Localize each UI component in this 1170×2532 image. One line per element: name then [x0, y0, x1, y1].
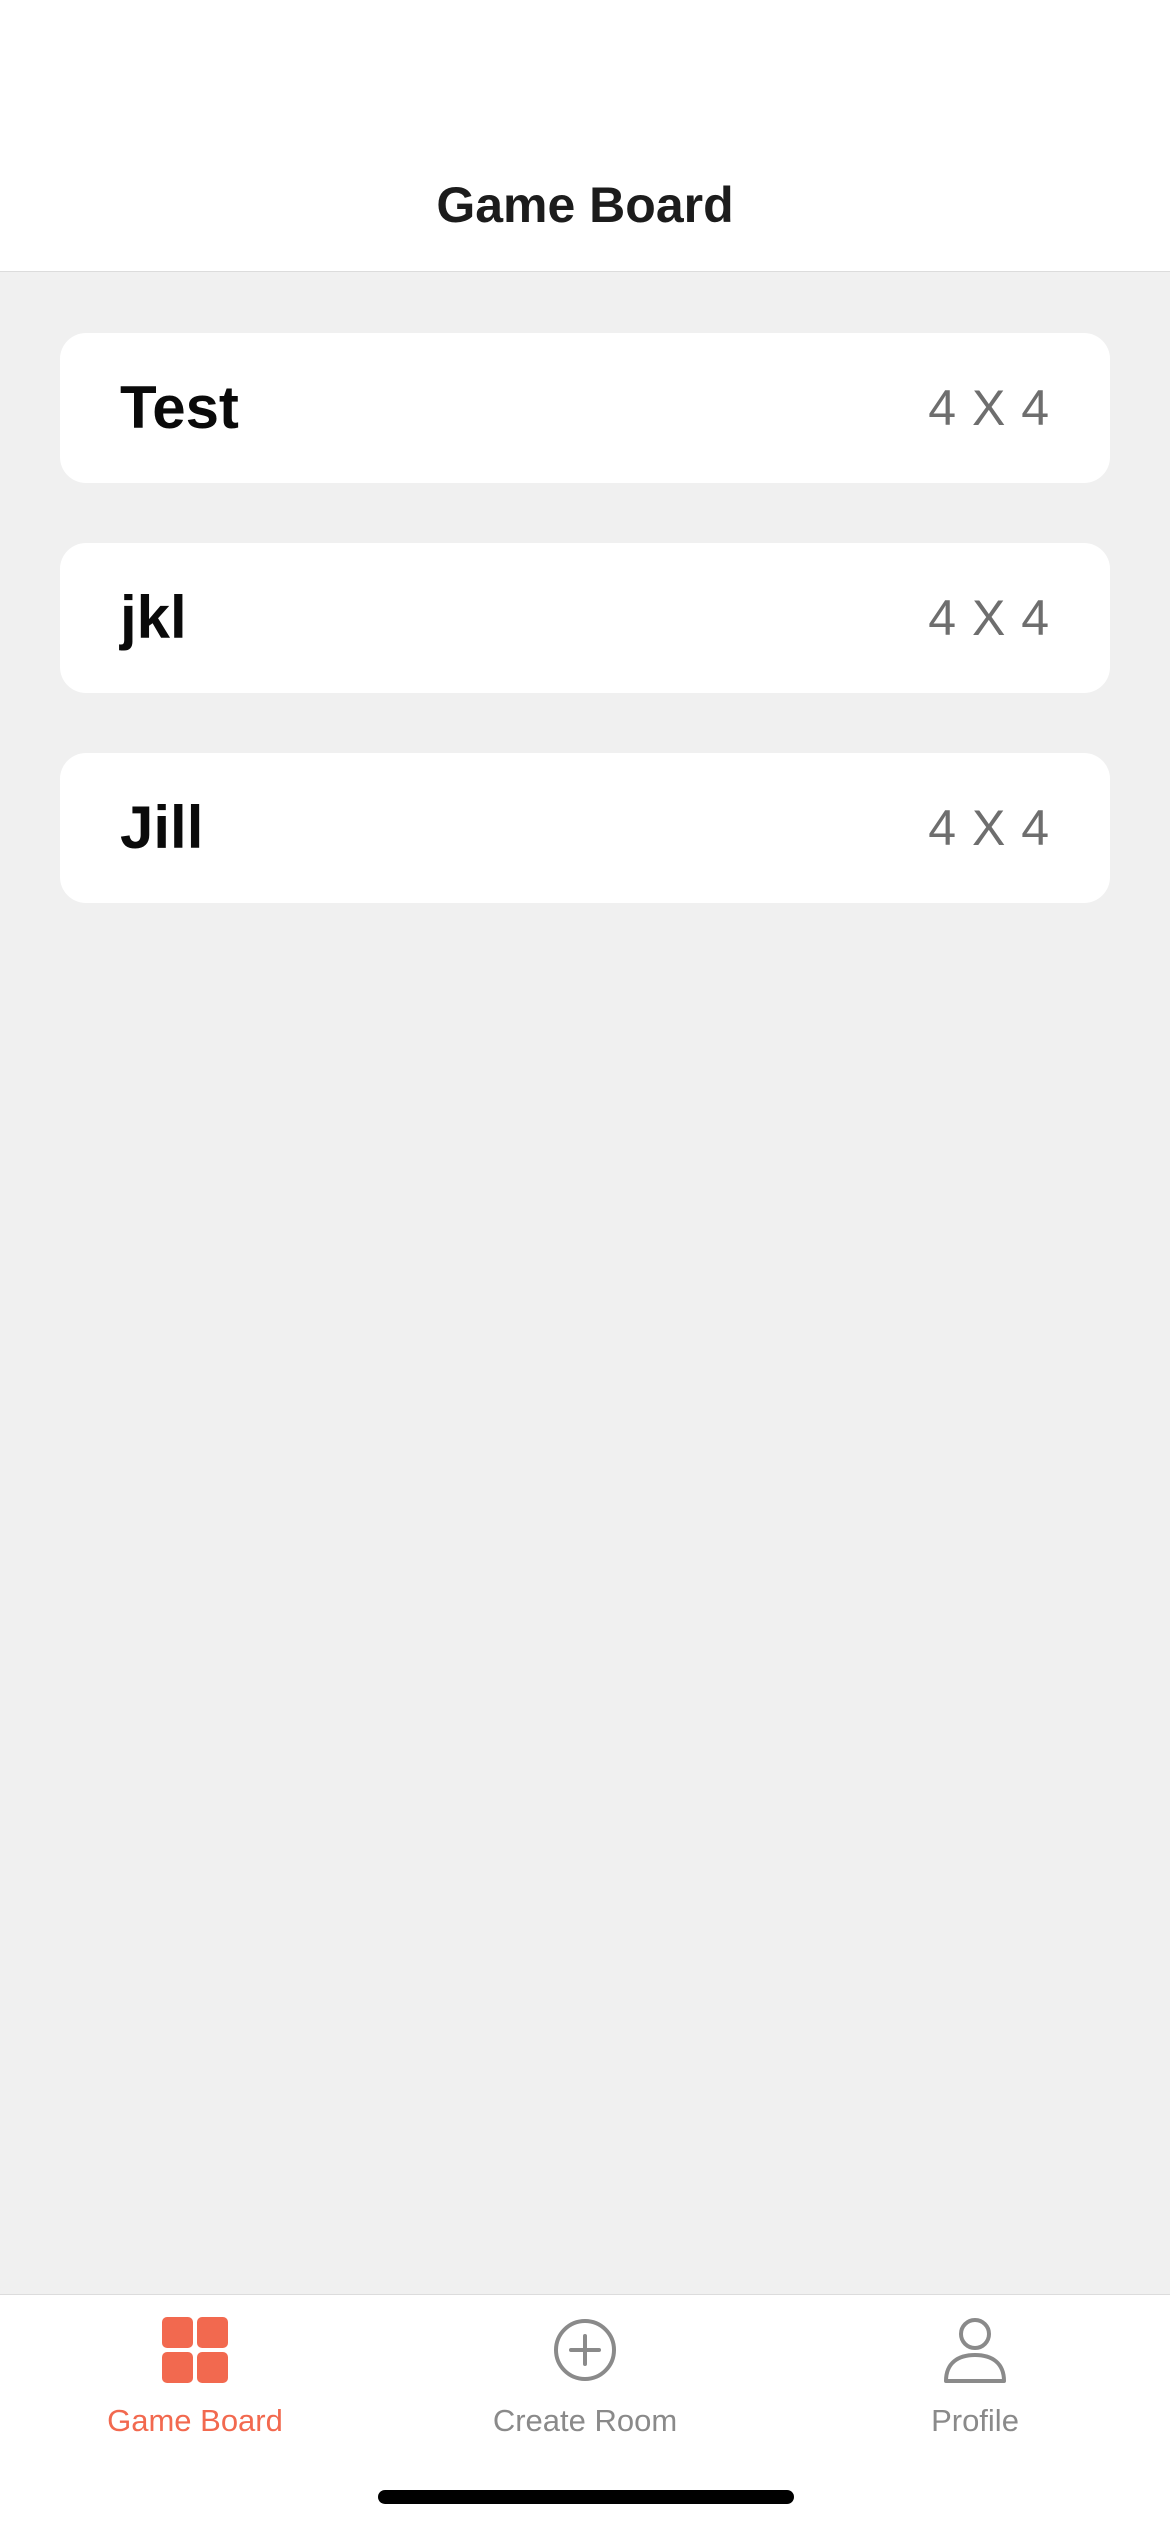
room-name: Test — [120, 374, 239, 441]
room-card[interactable]: jkl 4 X 4 — [60, 543, 1110, 693]
tab-label: Profile — [931, 2403, 1019, 2438]
grid-icon — [162, 2317, 228, 2383]
room-size: 4 X 4 — [928, 590, 1050, 646]
plus-circle-icon — [554, 2319, 616, 2381]
home-indicator[interactable] — [378, 2490, 794, 2504]
room-list: Test 4 X 4 jkl 4 X 4 Jill 4 X 4 — [60, 333, 1110, 963]
room-card[interactable]: Test 4 X 4 — [60, 333, 1110, 483]
room-name: jkl — [120, 584, 187, 651]
tab-create-room[interactable]: Create Room — [390, 2315, 780, 2465]
person-icon — [944, 2318, 1006, 2383]
tab-label: Game Board — [107, 2403, 283, 2438]
header: Game Board — [0, 0, 1170, 272]
tab-game-board[interactable]: Game Board — [0, 2315, 390, 2465]
page-title: Game Board — [436, 177, 734, 233]
room-name: Jill — [120, 794, 204, 861]
room-size: 4 X 4 — [928, 800, 1050, 856]
room-size: 4 X 4 — [928, 380, 1050, 436]
room-card[interactable]: Jill 4 X 4 — [60, 753, 1110, 903]
tab-profile[interactable]: Profile — [780, 2315, 1170, 2465]
tab-label: Create Room — [492, 2403, 678, 2438]
